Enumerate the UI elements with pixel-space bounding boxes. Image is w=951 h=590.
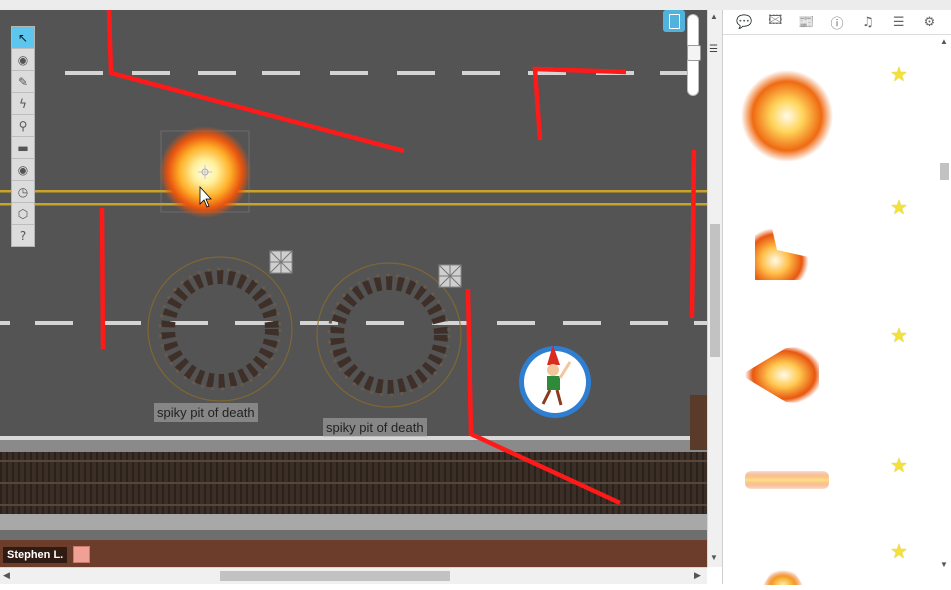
center-line-lower — [0, 203, 707, 206]
select-tool[interactable]: ↖ — [12, 27, 34, 49]
scroll-up-arrow-icon[interactable]: ▲ — [710, 12, 718, 21]
fx-tool[interactable]: ϟ — [12, 93, 34, 115]
sidebar: 💬 🖾 📰 ⓘ ♫ ☰ ⚙ ▲ ▼ ★ ★ ★ ★ ★ — [722, 10, 951, 585]
favorite-star-icon[interactable]: ★ — [890, 195, 908, 219]
page-toolbar-toggle-button[interactable] — [663, 10, 685, 32]
map-horizontal-scrollbar[interactable]: ◀ ▶ — [0, 567, 707, 584]
scroll-down-arrow-icon[interactable]: ▼ — [940, 560, 948, 569]
wall-segment — [99, 207, 106, 350]
eye-icon: ◉ — [17, 52, 29, 67]
trap-marker-net — [269, 250, 293, 274]
layers-tool[interactable]: ◉ — [12, 49, 34, 71]
measure-tool[interactable]: ▬ — [12, 137, 34, 159]
map-vertical-scrollbar[interactable]: ☰ ▲ ▼ — [707, 10, 722, 567]
game-map-canvas[interactable]: spiky pit of death spiky pit of death — [0, 10, 707, 567]
trap-marker-net — [438, 264, 462, 288]
brick-ground — [0, 540, 707, 567]
scroll-thumb[interactable] — [940, 163, 949, 180]
fire-beam-icon[interactable] — [745, 465, 829, 500]
favorite-star-icon[interactable]: ★ — [890, 539, 908, 563]
scroll-thumb[interactable] — [220, 571, 450, 581]
dice-tool[interactable]: ⬡ — [12, 203, 34, 225]
pencil-icon: ✎ — [17, 74, 29, 89]
scroll-down-arrow-icon[interactable]: ▼ — [710, 553, 718, 562]
draw-tool[interactable]: ✎ — [12, 71, 34, 93]
sidewalk — [0, 514, 707, 530]
player-list: Stephen L. — [3, 545, 91, 564]
scroll-left-arrow-icon[interactable]: ◀ — [3, 570, 10, 581]
help-tool[interactable]: ? — [12, 225, 34, 246]
pointer-icon: ↖ — [17, 30, 29, 45]
favorite-star-icon[interactable]: ★ — [890, 323, 908, 347]
turn-tracker-tool[interactable]: ◷ — [12, 181, 34, 203]
lightning-icon: ϟ — [19, 96, 27, 111]
pit-label: spiky pit of death — [154, 403, 258, 422]
map-toolbar: ↖ ◉ ✎ ϟ ⚲ ▬ ◉ ◷ ⬡? — [11, 26, 35, 247]
ruler-icon: ▬ — [17, 140, 29, 155]
help-icon: ? — [19, 228, 27, 243]
zoom-slider-handle[interactable] — [687, 45, 701, 61]
rail-grate — [0, 452, 707, 514]
player-name[interactable]: Stephen L. — [3, 546, 68, 563]
scroll-right-arrow-icon[interactable]: ▶ — [694, 570, 701, 581]
scroll-thumb[interactable] — [710, 224, 720, 357]
center-line-upper — [0, 190, 707, 193]
pit-label: spiky pit of death — [323, 418, 427, 437]
wall-segment — [689, 149, 697, 319]
eye-icon: ◉ — [17, 162, 29, 177]
player-color-swatch[interactable] — [73, 546, 91, 563]
scroll-up-arrow-icon[interactable]: ▲ — [940, 37, 948, 46]
fx-partial[interactable]: ★ — [723, 10, 933, 585]
zoom-tool[interactable]: ⚲ — [12, 115, 34, 137]
fireball-effect[interactable] — [159, 126, 251, 218]
magnifier-icon: ⚲ — [18, 118, 28, 133]
fog-tool[interactable]: ◉ — [12, 159, 34, 181]
fire-partial-icon[interactable] — [753, 555, 813, 590]
sidewalk-edge — [0, 530, 707, 540]
fire-corner-icon[interactable] — [747, 210, 827, 290]
favorite-star-icon[interactable]: ★ — [890, 453, 908, 477]
zoom-slider[interactable] — [687, 14, 701, 96]
fire-cone-icon[interactable] — [741, 340, 823, 415]
map-svg[interactable] — [0, 10, 707, 567]
curb — [0, 440, 707, 452]
sidebar-scrollbar[interactable]: ▲ ▼ — [936, 35, 951, 584]
d20-icon: ⬡ — [17, 206, 29, 221]
menu-bars-icon[interactable]: ☰ — [709, 44, 718, 55]
clock-icon: ◷ — [17, 184, 29, 199]
building-edge — [690, 395, 707, 450]
